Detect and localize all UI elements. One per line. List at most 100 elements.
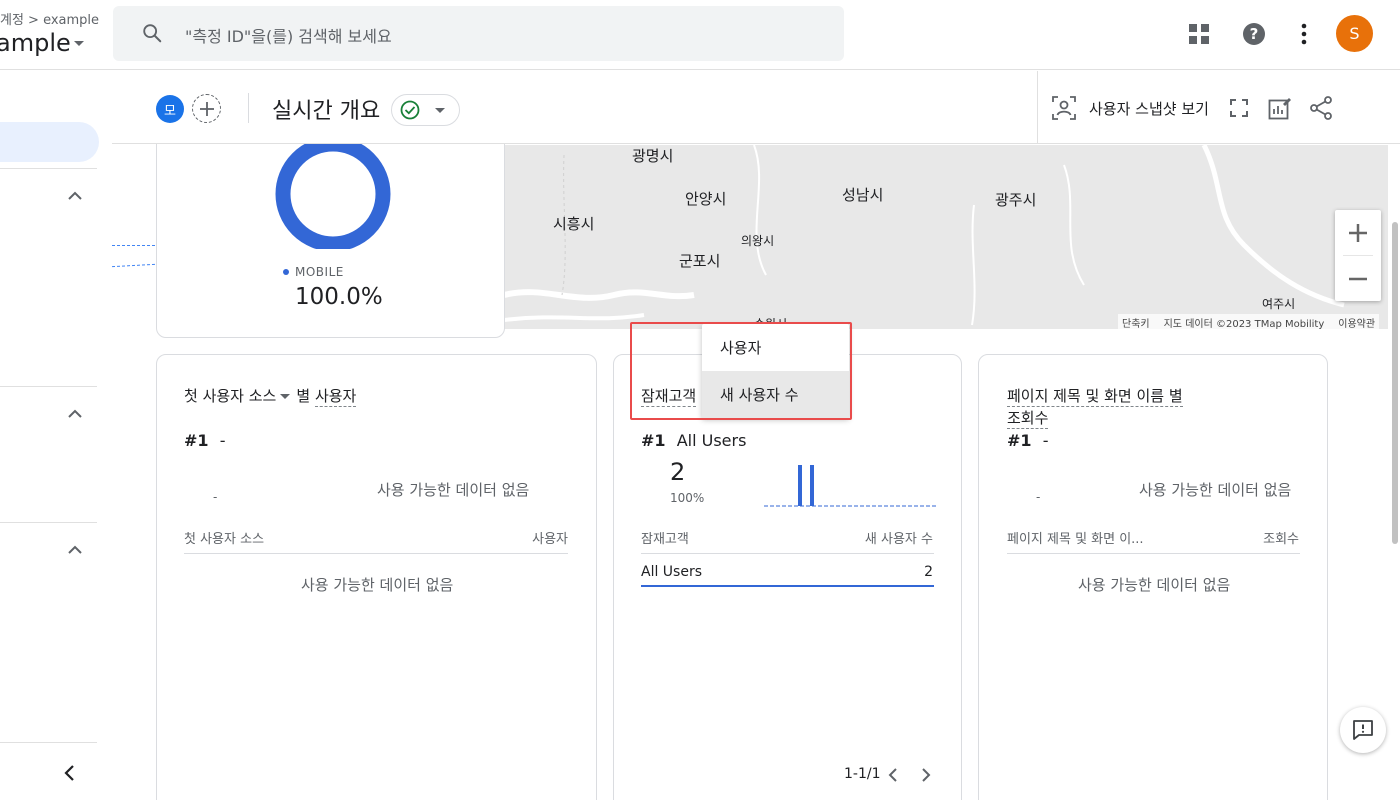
device-donut-chart: [275, 139, 391, 249]
sidebar-divider: [0, 168, 97, 169]
chevron-right-icon: [922, 768, 931, 782]
breadcrumb[interactable]: 계정 > example: [0, 9, 99, 28]
avatar[interactable]: S: [1336, 15, 1373, 52]
chart-placeholder: -: [213, 490, 218, 504]
column-header-dimension: 잠재고객: [641, 532, 689, 547]
top-value: 2: [670, 458, 686, 486]
legend-dot: [283, 269, 289, 275]
map-city-label: 여주시: [1262, 297, 1296, 311]
map-shortcuts-link[interactable]: 단축키: [1122, 315, 1150, 330]
dimension-selector[interactable]: 첫 사용자 소스: [184, 387, 276, 405]
top-rank: #1 -: [1007, 431, 1048, 450]
help-icon[interactable]: ?: [1239, 19, 1269, 49]
caret-down-icon[interactable]: [280, 394, 291, 399]
chevron-up-icon[interactable]: [66, 405, 84, 423]
rank-value: -: [219, 431, 226, 450]
customize-report-icon[interactable]: [1267, 95, 1293, 121]
search-bar[interactable]: "측정 ID"을(를) 검색해 보세요: [113, 6, 844, 61]
plus-icon: [199, 101, 214, 116]
search-placeholder[interactable]: "측정 ID"을(를) 검색해 보세요: [185, 23, 392, 47]
column-header-metric: 조회수: [1263, 532, 1299, 547]
feedback-button[interactable]: [1340, 707, 1386, 753]
chart-no-data: 사용 가능한 데이터 없음: [377, 481, 530, 499]
table-no-data: 사용 가능한 데이터 없음: [1078, 576, 1231, 594]
card-title-suffix: 별: [296, 387, 311, 405]
map-city-label: 군포시: [679, 252, 721, 270]
metric-selector[interactable]: 사용자: [314, 387, 357, 407]
column-header-metric: 새 사용자 수: [864, 532, 933, 547]
map-city-label: 광주시: [995, 191, 1037, 209]
dashed-guide-line: [112, 245, 155, 246]
top-percent: 100%: [670, 491, 705, 505]
legend-label: MOBILE: [295, 265, 344, 279]
more-vert-icon[interactable]: [1289, 19, 1319, 49]
page-title: 실시간 개요: [272, 99, 381, 124]
column-header-dimension: 페이지 제목 및 화면 이...: [1007, 532, 1144, 547]
highlight-annotation: [630, 322, 852, 420]
rank-number: #1: [184, 431, 209, 450]
apps-grid-icon[interactable]: [1184, 19, 1214, 49]
account-name[interactable]: ample: [0, 29, 71, 57]
add-comparison-button[interactable]: [192, 94, 221, 123]
check-circle-icon: [400, 100, 420, 120]
chevron-up-icon[interactable]: [66, 187, 84, 205]
zoom-out-button[interactable]: [1335, 256, 1381, 301]
realtime-map[interactable]: 광명시 안양시 성남시 광주시 시흥시 의왕시 군포시 여주시 수원시: [504, 145, 1388, 329]
rank-number: #1: [1007, 431, 1032, 450]
sidebar-item-active[interactable]: [0, 122, 99, 162]
user-snapshot-button[interactable]: 사용자 스냅샷 보기: [1089, 98, 1209, 119]
page-views-card: 페이지 제목 및 화면 이름 별 조회수 #1 - - 사용 가능한 데이터 없…: [978, 354, 1328, 800]
map-data-credit: 지도 데이터 ©2023 TMap Mobility: [1163, 319, 1325, 330]
page-scrollbar[interactable]: [1392, 222, 1398, 544]
table-divider: [1007, 553, 1300, 554]
table-row-value: 2: [924, 564, 933, 580]
map-background: [504, 145, 1345, 326]
status-dropdown[interactable]: [391, 94, 460, 126]
next-page-button[interactable]: [916, 765, 936, 785]
sidebar-divider: [0, 742, 97, 743]
minus-icon: [1349, 277, 1367, 280]
sidebar-divider: [0, 386, 97, 387]
table-divider: [184, 553, 568, 554]
prev-page-button[interactable]: [883, 765, 903, 785]
map-city-label: 시흥시: [553, 215, 595, 233]
svg-text:?: ?: [1250, 25, 1259, 43]
plus-icon: [1349, 223, 1367, 242]
sidebar-divider: [0, 522, 97, 523]
map-zoom-controls: [1335, 210, 1381, 301]
row-share-bar: [641, 585, 934, 587]
share-icon[interactable]: [1308, 95, 1334, 121]
audience-sparkline: [764, 465, 936, 507]
zoom-in-button[interactable]: [1335, 210, 1381, 255]
user-snapshot-icon[interactable]: [1051, 95, 1077, 121]
map-city-label: 의왕시: [741, 234, 775, 248]
table-divider: [641, 553, 934, 554]
sparkline-bar: [810, 465, 814, 506]
chevron-up-icon[interactable]: [66, 541, 84, 559]
segment-chip[interactable]: 모: [156, 95, 184, 123]
account-dropdown-icon[interactable]: [74, 41, 84, 46]
feedback-icon: [1353, 720, 1373, 740]
caret-down-icon: [435, 108, 445, 113]
collapse-sidebar-icon[interactable]: [60, 763, 80, 783]
rank-value: All Users: [676, 431, 747, 450]
table-row-label[interactable]: All Users: [641, 564, 702, 580]
dashed-guide-line: [112, 263, 155, 268]
fullscreen-icon[interactable]: [1226, 95, 1252, 121]
metric-label[interactable]: 조회수: [1007, 409, 1049, 429]
map-attribution: 단축키 지도 데이터 ©2023 TMap Mobility 이용약관: [1118, 314, 1380, 330]
legend-value: 100.0%: [295, 284, 383, 310]
top-bar: 계정 > example ample "측정 ID"을(를) 검색해 보세요 ?…: [0, 0, 1400, 70]
map-city-label: 광명시: [632, 147, 674, 165]
pagination-label: 1-1/1: [844, 766, 881, 782]
sparkline-bar: [798, 465, 802, 506]
audience-card: 잠재고객 #1 All Users 2 100% 잠재고객 새 사용자 수 Al…: [613, 354, 962, 800]
card-title: 첫 사용자 소스 별 사용자: [184, 385, 357, 407]
map-terms-link[interactable]: 이용약관: [1338, 315, 1375, 330]
first-user-source-card: 첫 사용자 소스 별 사용자 #1 - - 사용 가능한 데이터 없음 첫 사용자…: [156, 354, 597, 800]
divider: [1037, 71, 1038, 144]
map-city-label: 안양시: [685, 190, 727, 208]
dimension-label[interactable]: 페이지 제목 및 화면 이름 별: [1007, 387, 1183, 407]
chart-placeholder: -: [1036, 490, 1041, 504]
left-sidebar: [0, 71, 112, 800]
